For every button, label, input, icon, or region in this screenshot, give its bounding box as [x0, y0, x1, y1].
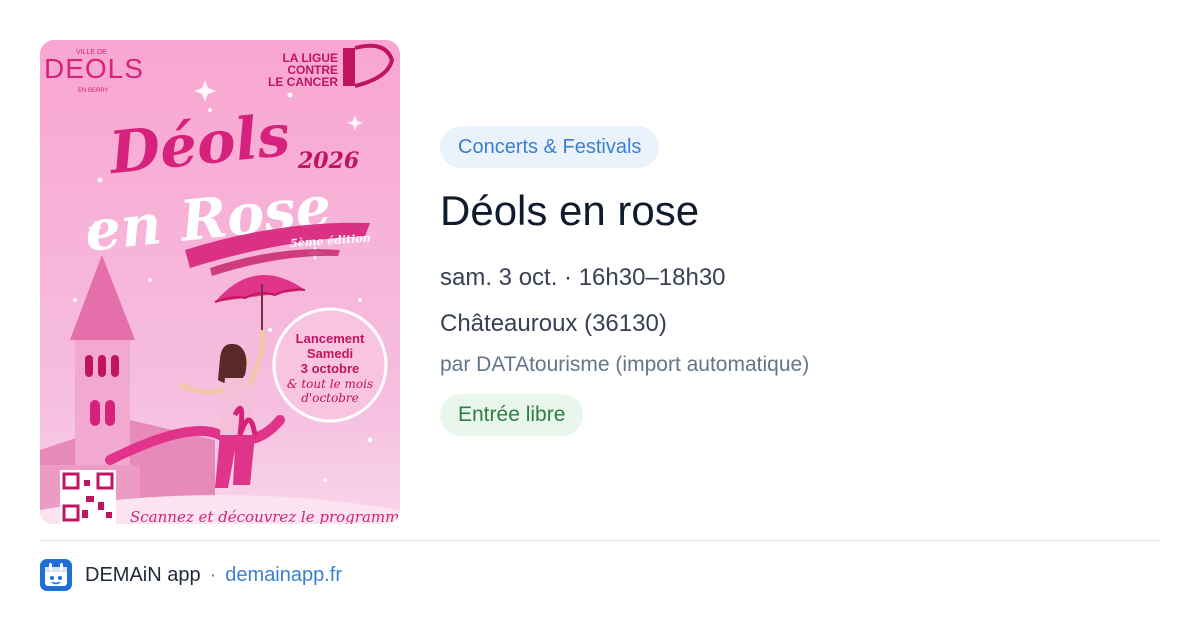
site-footer: DEMAiN app · demainapp.fr: [40, 559, 342, 591]
launch-line2: Samedi: [307, 346, 353, 361]
launch-line1: Lancement: [296, 331, 365, 346]
town-logo: VILLE DE DEOLS EN BERRY: [44, 49, 144, 94]
poster-year: 2026: [297, 148, 359, 174]
poster-artwork: VILLE DE DEOLS EN BERRY LA LIGUE CONTRE …: [40, 43, 400, 524]
event-location: Châteauroux (36130): [440, 310, 667, 337]
launch-badge: Lancement Samedi 3 octobre & tout le moi…: [272, 307, 388, 423]
event-organizer: par DATAtourisme (import automatique): [440, 353, 810, 376]
town-arc-bottom: EN BERRY: [78, 88, 109, 94]
launch-line4: & tout le mois: [287, 377, 373, 391]
umbrella: [214, 275, 306, 330]
league-line3: LE CANCER: [268, 75, 338, 89]
footer-separator: ·: [209, 563, 217, 586]
event-title: Déols en rose: [440, 187, 700, 234]
price-badge: Entrée libre: [440, 394, 584, 436]
poster-footer-text: Scannez et découvrez le programme: [130, 508, 400, 524]
launch-line3: 3 octobre: [301, 361, 360, 376]
app-name: DEMAiN app: [85, 563, 201, 586]
launch-line5: d'octobre: [301, 391, 359, 405]
event-poster: VILLE DE DEOLS EN BERRY LA LIGUE CONTRE …: [40, 40, 400, 524]
category-chip[interactable]: Concerts & Festivals: [440, 126, 660, 168]
town-logo-text: DEOLS: [44, 53, 144, 84]
footer-divider: [40, 540, 1160, 541]
domain-link[interactable]: demainapp.fr: [225, 564, 342, 587]
event-datetime: sam. 3 oct. · 16h30–18h30: [440, 264, 726, 291]
demain-app-icon: [40, 559, 72, 591]
poster-headline-1: Déols: [104, 101, 293, 188]
qr-code: [60, 470, 116, 524]
league-logo: LA LIGUE CONTRE LE CANCER: [268, 43, 395, 89]
